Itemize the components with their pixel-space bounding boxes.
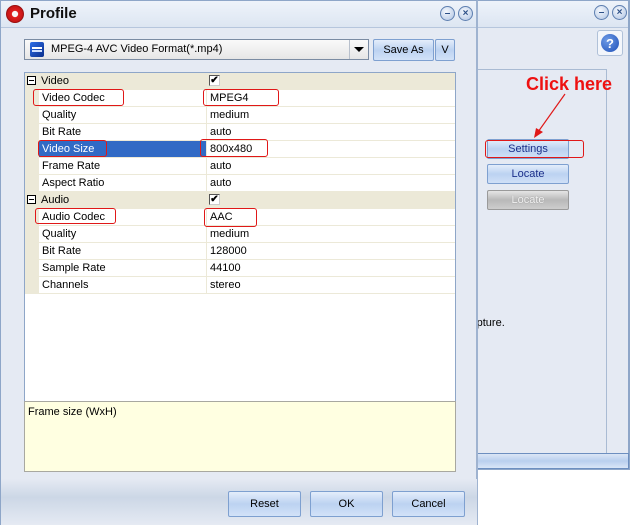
- description-text: Frame size (WxH): [28, 406, 117, 418]
- settings-highlight: [485, 140, 584, 158]
- video-codec-highlight: [33, 89, 124, 106]
- dialog-title: Profile: [30, 5, 77, 22]
- locate-button-disabled: Locate: [487, 190, 569, 210]
- property-row[interactable]: Bit Rate 128000: [25, 243, 455, 260]
- reset-button[interactable]: Reset: [228, 491, 301, 517]
- property-row[interactable]: Quality medium: [25, 226, 455, 243]
- profile-gear-icon: [6, 5, 24, 23]
- property-name: Quality: [42, 109, 77, 121]
- profile-dialog: Profile – × MPEG-4 AVC Video Format(*.mp…: [0, 0, 478, 525]
- property-value[interactable]: auto: [206, 124, 231, 140]
- video-size-highlight: [38, 140, 107, 157]
- v-button[interactable]: V: [435, 39, 455, 61]
- property-value[interactable]: stereo: [206, 277, 241, 293]
- group-audio[interactable]: Audio ✔: [25, 192, 455, 209]
- minimize-icon: –: [444, 8, 451, 19]
- group-video[interactable]: Video ✔: [25, 73, 455, 90]
- audio-codec-highlight: [35, 208, 116, 224]
- property-name: Frame Rate: [42, 160, 101, 172]
- property-value[interactable]: 44100: [206, 260, 241, 276]
- property-value[interactable]: medium: [206, 107, 249, 123]
- format-dropdown[interactable]: MPEG-4 AVC Video Format(*.mp4): [24, 39, 369, 60]
- property-name: Bit Rate: [42, 245, 82, 257]
- group-label: Video: [41, 75, 69, 87]
- aac-highlight: [204, 208, 257, 227]
- main-window-status-bar: [463, 453, 629, 469]
- property-row[interactable]: Aspect Ratio auto: [25, 175, 455, 192]
- property-name: Channels: [42, 279, 89, 291]
- property-row[interactable]: Sample Rate 44100: [25, 260, 455, 277]
- main-close-button[interactable]: ×: [612, 5, 627, 20]
- dialog-close-button[interactable]: ×: [458, 6, 473, 21]
- minimize-icon: –: [598, 7, 605, 18]
- help-icon: ?: [601, 34, 619, 52]
- collapse-icon[interactable]: [27, 195, 36, 204]
- property-name: Sample Rate: [42, 262, 106, 274]
- property-row[interactable]: Frame Rate auto: [25, 158, 455, 175]
- close-icon: ×: [462, 8, 469, 19]
- audio-enabled-checkbox[interactable]: ✔: [209, 194, 220, 205]
- video-format-icon: [30, 42, 44, 57]
- ok-button[interactable]: OK: [310, 491, 383, 517]
- description-panel: Frame size (WxH): [24, 401, 456, 472]
- property-row[interactable]: Channels stereo: [25, 277, 455, 294]
- annotation-arrow: [534, 93, 566, 138]
- property-value[interactable]: auto: [206, 175, 231, 191]
- video-enabled-checkbox[interactable]: ✔: [209, 75, 220, 86]
- mpeg4-highlight: [203, 89, 279, 106]
- dialog-minimize-button[interactable]: –: [440, 6, 455, 21]
- dialog-titlebar: Profile: [1, 1, 476, 28]
- property-grid: Video ✔ Video Codec MPEG4 Quality medium B…: [24, 72, 456, 402]
- locate-button[interactable]: Locate: [487, 164, 569, 184]
- property-value[interactable]: 128000: [206, 243, 247, 259]
- group-label: Audio: [41, 194, 70, 206]
- property-row[interactable]: Quality medium: [25, 107, 455, 124]
- help-button[interactable]: ?: [597, 30, 623, 56]
- format-selected: MPEG-4 AVC Video Format(*.mp4): [51, 43, 223, 55]
- cancel-button[interactable]: Cancel: [392, 491, 465, 517]
- save-as-button[interactable]: Save As: [373, 39, 434, 61]
- property-name: Aspect Ratio: [42, 177, 105, 189]
- property-value[interactable]: medium: [206, 226, 249, 242]
- property-value[interactable]: auto: [206, 158, 231, 174]
- property-name: Bit Rate: [42, 126, 82, 138]
- collapse-icon[interactable]: [27, 76, 36, 85]
- close-icon: ×: [616, 7, 623, 18]
- chevron-down-icon[interactable]: [349, 40, 368, 59]
- 800x480-highlight: [200, 139, 268, 157]
- main-minimize-button[interactable]: –: [594, 5, 609, 20]
- property-name: Quality: [42, 228, 77, 240]
